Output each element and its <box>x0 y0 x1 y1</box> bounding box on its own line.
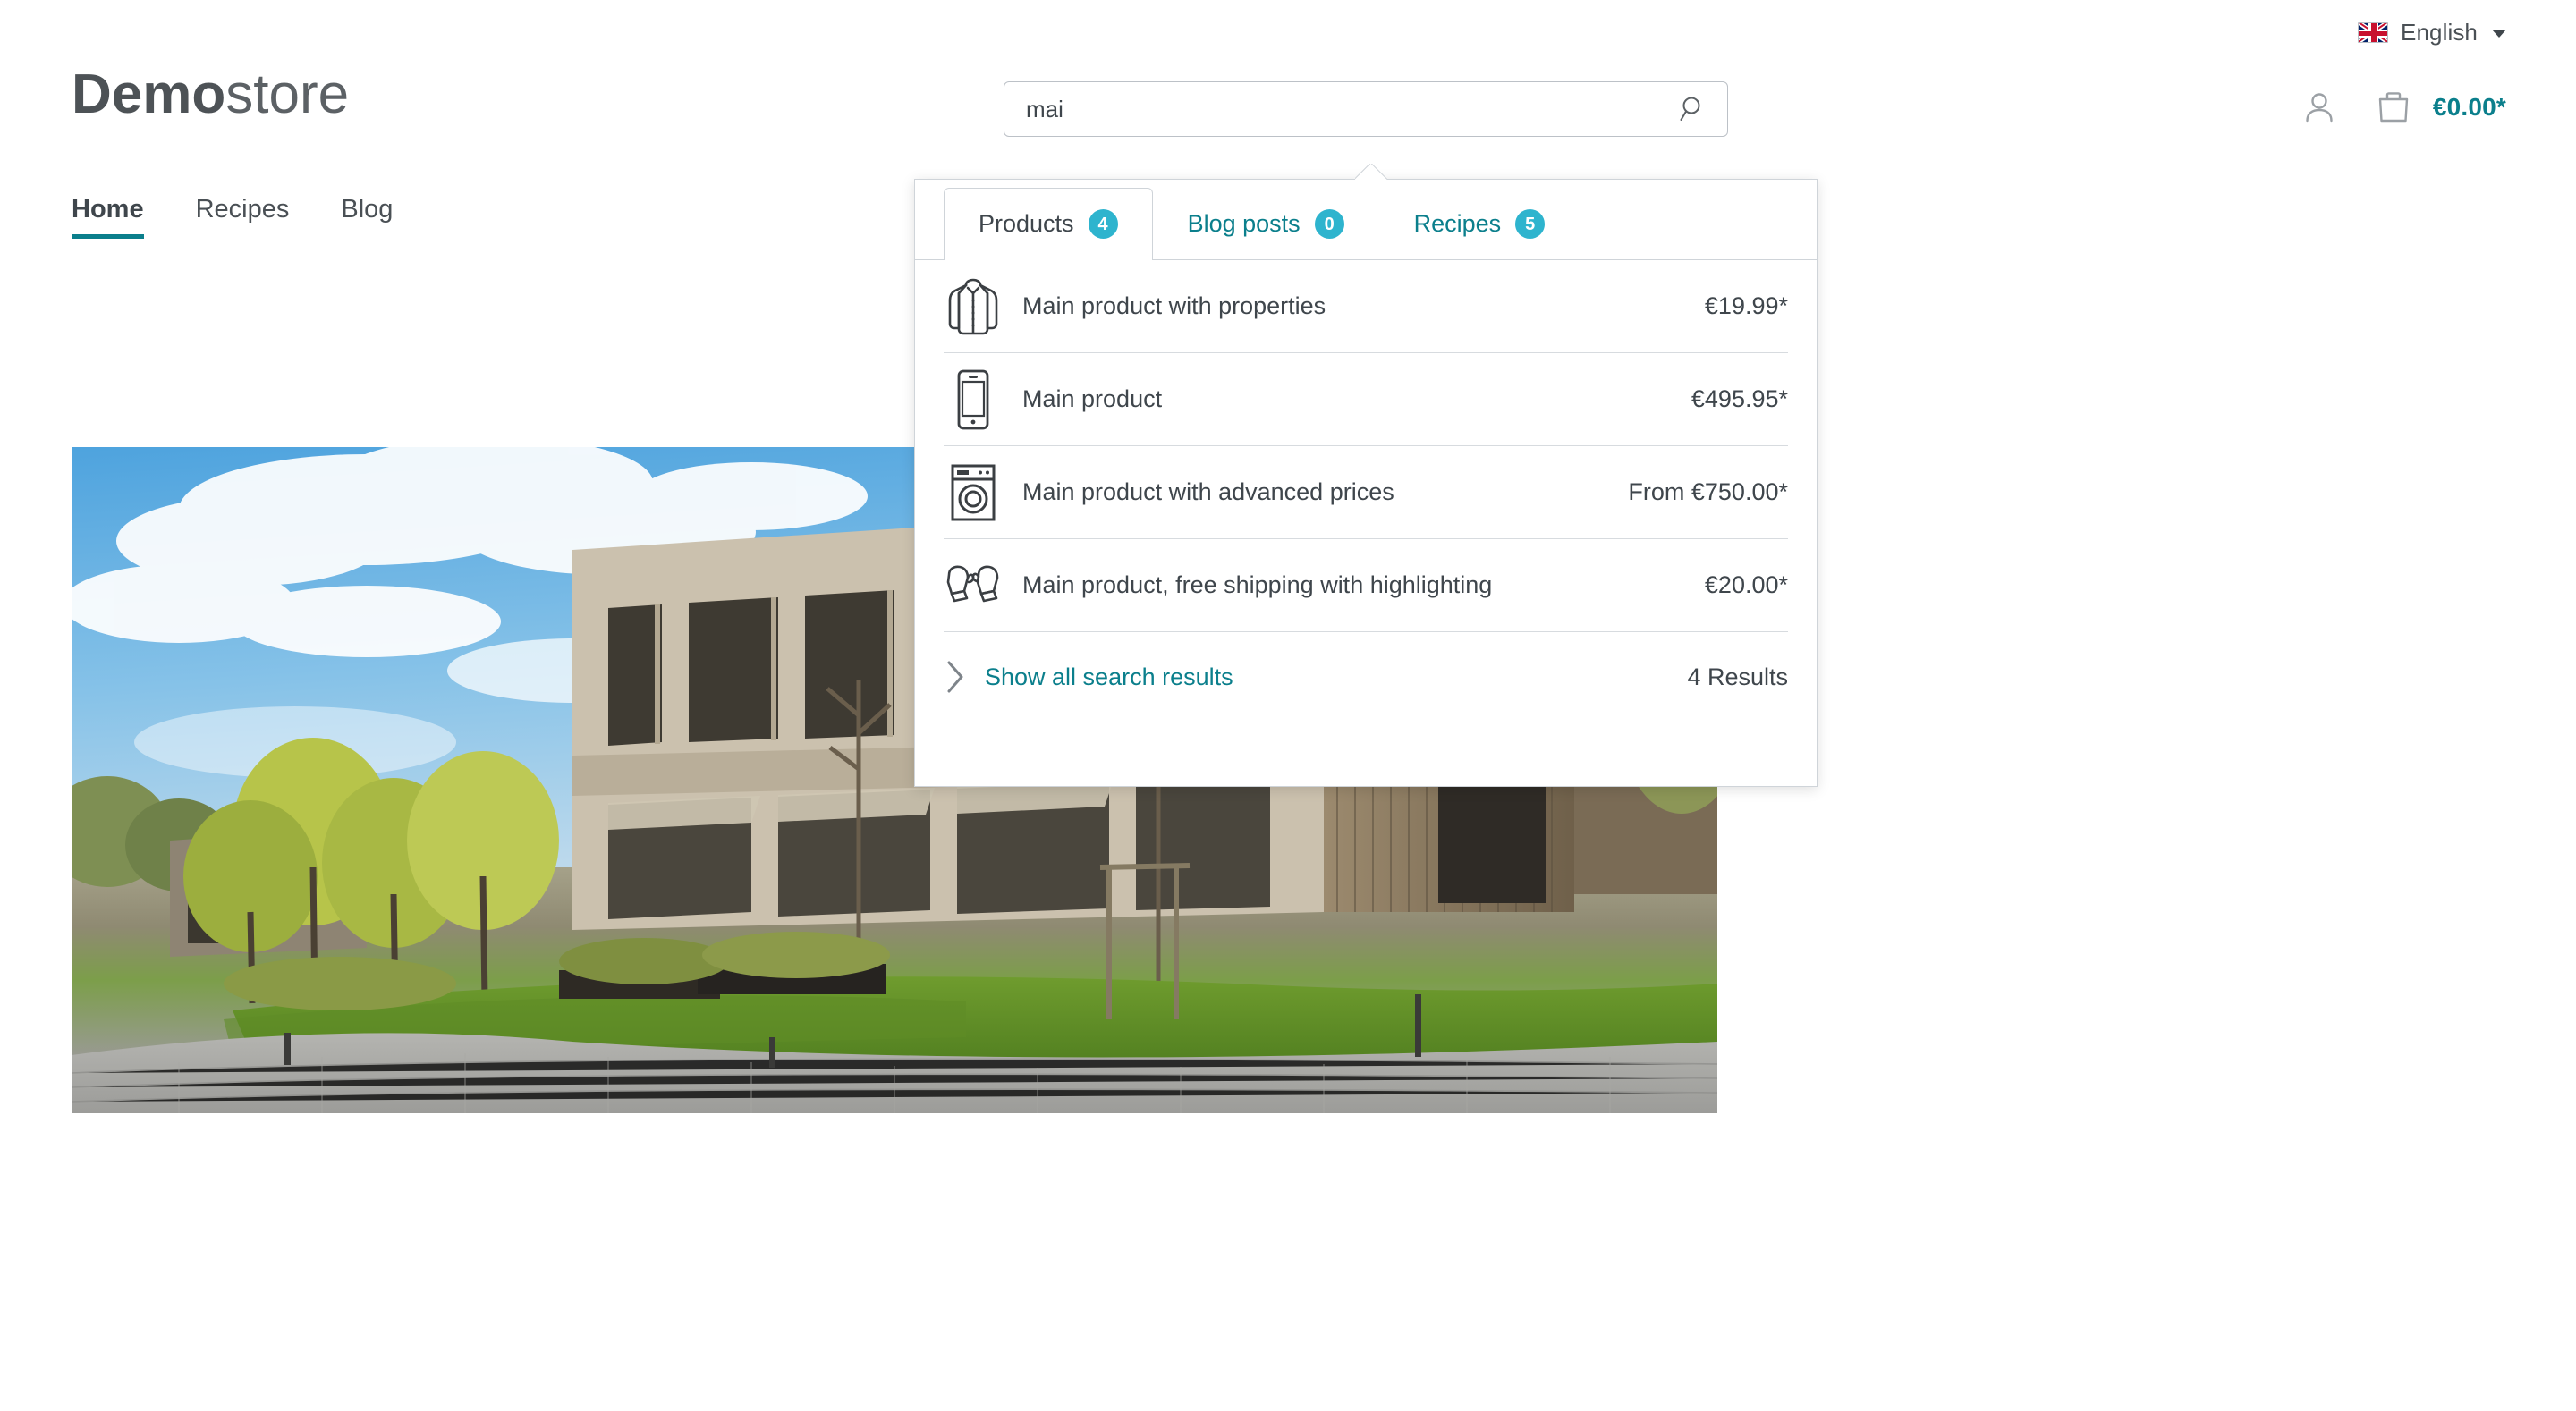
search-input[interactable] <box>1004 81 1728 137</box>
smartphone-icon <box>944 368 1003 432</box>
nav-item-home-label: Home <box>72 195 144 224</box>
search-result-tabs: Products 4 Blog posts 0 Recipes 5 <box>915 180 1817 260</box>
user-account-icon <box>2306 93 2333 123</box>
storefront-page: English Demostore mai €0.00* Home Recipe… <box>0 0 2576 1411</box>
tab-recipes[interactable]: Recipes 5 <box>1379 188 1580 259</box>
nav-item-blog-label: Blog <box>341 195 394 224</box>
tab-recipes-label: Recipes <box>1413 210 1502 237</box>
site-logo[interactable]: Demostore <box>72 67 349 123</box>
tab-products-count: 4 <box>1088 209 1118 239</box>
result-name: Main product, free shipping with highlig… <box>1022 571 1493 598</box>
result-price: €19.99* <box>1704 292 1788 319</box>
search-form <box>1004 81 1728 137</box>
tab-blog-posts[interactable]: Blog posts 0 <box>1153 188 1379 259</box>
search-suggest-panel: Products 4 Blog posts 0 Recipes 5 Main p… <box>914 179 1818 787</box>
result-price: From €750.00* <box>1628 478 1788 505</box>
jacket-icon <box>944 275 1003 339</box>
cart-total-amount: €0.00* <box>2432 93 2506 121</box>
chevron-right-icon <box>944 659 967 695</box>
result-name: Main product <box>1022 385 1163 412</box>
nav-item-recipes-label: Recipes <box>195 195 290 224</box>
tab-recipes-count: 5 <box>1515 209 1546 239</box>
site-header: Demostore mai €0.00* <box>0 0 2576 192</box>
tab-products-label: Products <box>979 210 1074 237</box>
results-count-label: 4 Results <box>1687 663 1788 690</box>
search-submit-button[interactable] <box>1665 81 1721 137</box>
nav-item-home[interactable]: Home <box>72 195 144 239</box>
table-row[interactable]: Main product with properties €19.99* <box>944 260 1788 353</box>
shopping-bag-icon <box>2378 92 2409 123</box>
table-row[interactable]: Main product €495.95* <box>944 353 1788 446</box>
show-all-results-row[interactable]: Show all search results 4 Results <box>915 632 1817 722</box>
tab-products[interactable]: Products 4 <box>944 188 1153 260</box>
result-name: Main product with advanced prices <box>1022 478 1394 505</box>
show-all-results-link[interactable]: Show all search results <box>985 663 1669 691</box>
mittens-icon <box>944 553 1003 618</box>
main-navigation: Home Recipes Blog <box>72 195 393 239</box>
panel-pointer-arrow <box>1355 164 1387 180</box>
cart-button[interactable]: €0.00* <box>2374 88 2506 127</box>
tab-blog-posts-count: 0 <box>1314 209 1344 239</box>
account-button[interactable] <box>2301 89 2338 126</box>
search-result-list: Main product with properties €19.99* Mai… <box>915 260 1817 632</box>
washing-machine-icon <box>944 460 1003 525</box>
table-row[interactable]: Main product, free shipping with highlig… <box>944 539 1788 632</box>
result-price: €495.95* <box>1690 385 1788 412</box>
nav-item-recipes[interactable]: Recipes <box>196 195 290 239</box>
tab-blog-posts-label: Blog posts <box>1187 210 1301 237</box>
search-icon <box>1680 97 1700 121</box>
result-name: Main product with properties <box>1022 292 1326 319</box>
logo-bold-part: Demo <box>72 63 226 125</box>
header-actions: €0.00* <box>2301 88 2506 127</box>
logo-light-part: store <box>225 63 350 125</box>
nav-item-blog[interactable]: Blog <box>341 195 393 239</box>
table-row[interactable]: Main product with advanced prices From €… <box>944 446 1788 539</box>
result-price: €20.00* <box>1704 571 1788 598</box>
